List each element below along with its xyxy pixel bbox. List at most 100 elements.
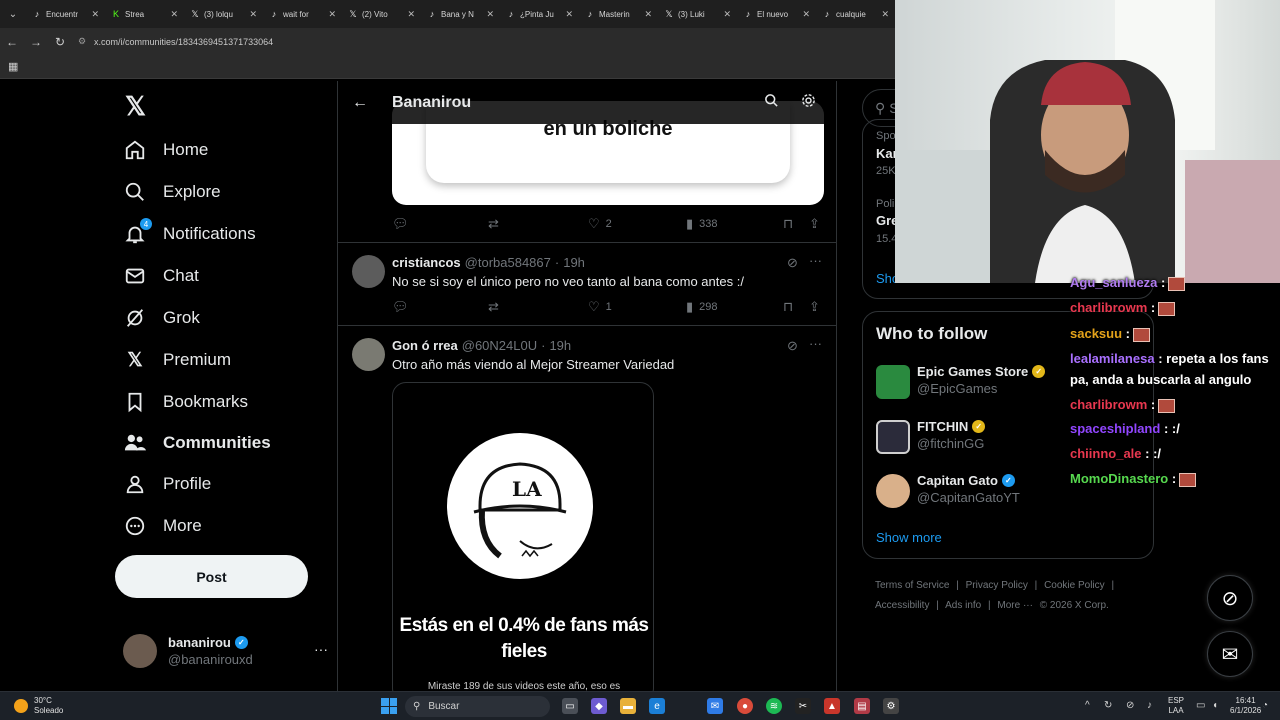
nav-profile[interactable]: Profile	[123, 464, 211, 504]
nav-home[interactable]: Home	[123, 130, 208, 170]
show-more-link[interactable]: Show more	[876, 530, 942, 545]
chevron-up-icon[interactable]: ^	[1085, 700, 1090, 711]
taskbar-search[interactable]: ⚲ Buscar	[405, 696, 550, 717]
reply-icon[interactable]: 💬︎	[392, 299, 415, 315]
browser-tab[interactable]: 𝕏 (3) Luki ✕	[658, 2, 737, 26]
tweet[interactable]: cristiancos @torba584867 · 19h ⊘ ··· No …	[338, 242, 836, 325]
site-info-icon[interactable]: ⚙	[78, 36, 88, 47]
browser-tab[interactable]: ♪ Encuentr ✕	[26, 2, 105, 26]
nav-grok[interactable]: Grok	[123, 298, 200, 338]
repost-icon[interactable]: ⇄	[488, 216, 505, 232]
task-view-icon[interactable]: ▭	[562, 698, 578, 714]
edge-icon[interactable]: e	[649, 698, 665, 714]
browser-tab[interactable]: ♪ ¿Pinta Ju ✕	[500, 2, 579, 26]
close-icon[interactable]: ✕	[407, 9, 415, 20]
obs-icon[interactable]: ▲	[824, 698, 840, 714]
nav-notifications[interactable]: 4 Notifications	[123, 214, 256, 254]
grok-icon[interactable]: ⊘	[787, 255, 798, 271]
tweet-time[interactable]: 19h	[549, 338, 571, 353]
sync-icon[interactable]: ↻	[1104, 700, 1112, 711]
url-field[interactable]: ⚙ x.com/i/communities/183436945137173306…	[78, 32, 868, 52]
reply-icon[interactable]: 💬︎	[392, 216, 415, 232]
browser-tab[interactable]: ♪ cualquie ✕	[816, 2, 895, 26]
close-icon[interactable]: ✕	[644, 9, 652, 20]
grok-icon[interactable]: ⊘	[787, 338, 798, 354]
close-icon[interactable]: ✕	[565, 9, 573, 20]
footer-link[interactable]: Terms of Service	[875, 580, 949, 591]
close-icon[interactable]: ✕	[486, 9, 494, 20]
x-logo-icon[interactable]: 𝕏	[125, 91, 146, 122]
spotify-icon[interactable]: ≋	[766, 698, 782, 714]
share-icon[interactable]: ⇪	[809, 216, 826, 232]
mute-icon[interactable]: ⊘	[1126, 700, 1134, 711]
browser-tab[interactable]: ♪ Masterin ✕	[579, 2, 658, 26]
language-indicator[interactable]: ESP LAA	[1168, 696, 1184, 716]
tweet[interactable]: Gon ó rrea @60N24L0U · 19h ⊘ ··· Otro añ…	[338, 325, 836, 691]
more-horizontal-icon[interactable]: ···	[314, 641, 328, 657]
windows-start-icon[interactable]	[381, 698, 397, 714]
browser-tab[interactable]: 𝕏 (3) lolqu ✕	[184, 2, 263, 26]
microphone-icon[interactable]: ♪	[1147, 700, 1152, 711]
close-icon[interactable]: ✕	[328, 9, 336, 20]
mail-app-icon[interactable]: ✉	[707, 698, 723, 714]
bookmark-icon[interactable]: ⊓	[783, 216, 799, 232]
like-button[interactable]: ♡ 2	[588, 216, 612, 232]
close-icon[interactable]: ✕	[802, 9, 810, 20]
file-explorer-icon[interactable]: ▬	[620, 698, 636, 714]
copilot-icon[interactable]: ◆	[591, 698, 607, 714]
footer-link[interactable]: Accessibility	[875, 600, 929, 611]
close-icon[interactable]: ✕	[91, 9, 99, 20]
like-button[interactable]: ♡ 1	[588, 299, 612, 315]
nav-communities[interactable]: Communities	[123, 423, 271, 463]
close-icon[interactable]: ✕	[249, 9, 257, 20]
post-button[interactable]: Post	[115, 555, 308, 598]
tweet-author[interactable]: Gon ó rrea	[392, 338, 458, 353]
views-button[interactable]: ▮ 338	[686, 216, 718, 232]
browser-tab[interactable]: K Strea ✕	[105, 2, 184, 26]
apps-grid-icon[interactable]: ▦	[8, 60, 18, 73]
account-switcher[interactable]: bananirou ✓ @bananirouxd ···	[123, 631, 328, 671]
nav-chat[interactable]: Chat	[123, 256, 199, 296]
back-arrow-icon[interactable]: ←	[0, 28, 24, 55]
close-icon[interactable]: ✕	[881, 9, 889, 20]
tweet-time[interactable]: 19h	[563, 255, 585, 270]
share-icon[interactable]: ⇪	[809, 299, 826, 315]
footer-link[interactable]: Cookie Policy	[1044, 580, 1105, 591]
clock[interactable]: 16:41 6/1/2026	[1230, 696, 1261, 716]
tab-list-menu-icon[interactable]: ⌄	[0, 0, 26, 28]
wifi-icon[interactable]: ▭	[1196, 700, 1205, 711]
settings-icon[interactable]: ⚙	[883, 698, 899, 714]
tweet-author[interactable]: cristiancos	[392, 255, 461, 270]
weather-widget[interactable]: 30°C Soleado	[14, 696, 63, 716]
close-icon[interactable]: ✕	[170, 9, 178, 20]
forward-arrow-icon[interactable]: →	[24, 28, 48, 55]
app-icon[interactable]: ▤	[854, 698, 870, 714]
gear-icon[interactable]	[800, 92, 817, 114]
repost-icon[interactable]: ⇄	[488, 299, 505, 315]
nav-explore[interactable]: Explore	[123, 172, 221, 212]
reload-icon[interactable]: ↻	[48, 28, 72, 55]
search-icon[interactable]	[764, 93, 779, 112]
views-button[interactable]: ▮ 298	[686, 299, 718, 315]
grok-icon[interactable]: ⊘	[1207, 575, 1253, 621]
nav-premium[interactable]: 𝕏 Premium	[123, 340, 231, 380]
footer-link[interactable]: Privacy Policy	[966, 580, 1028, 591]
nav-bookmarks[interactable]: Bookmarks	[123, 382, 248, 422]
close-icon[interactable]: ✕	[723, 9, 731, 20]
capcut-icon[interactable]: ✂	[795, 698, 811, 714]
nav-more[interactable]: More	[123, 506, 202, 546]
browser-tab[interactable]: ♪ Bana y N ✕	[421, 2, 500, 26]
more-horizontal-icon[interactable]: ···	[809, 336, 822, 351]
tweet-image-card[interactable]: LA Estás en el 0.4% de fans más fieles M…	[392, 382, 654, 691]
footer-link[interactable]: Ads info	[945, 600, 981, 611]
browser-tab[interactable]: ♪ El nuevo ✕	[737, 2, 816, 26]
notification-bell-icon[interactable]: ◔	[1262, 700, 1268, 711]
browser-tab[interactable]: ♪ wait for ✕	[263, 2, 342, 26]
back-arrow-icon[interactable]: ←	[352, 94, 368, 112]
bookmark-icon[interactable]: ⊓	[783, 299, 799, 315]
browser-tab[interactable]: 𝕏 (2) Vito ✕	[342, 2, 421, 26]
more-horizontal-icon[interactable]: ···	[809, 253, 822, 268]
chrome-icon[interactable]: ●	[737, 698, 753, 714]
footer-link[interactable]: More ···	[997, 600, 1033, 611]
mail-icon[interactable]: ✉	[1207, 631, 1253, 677]
